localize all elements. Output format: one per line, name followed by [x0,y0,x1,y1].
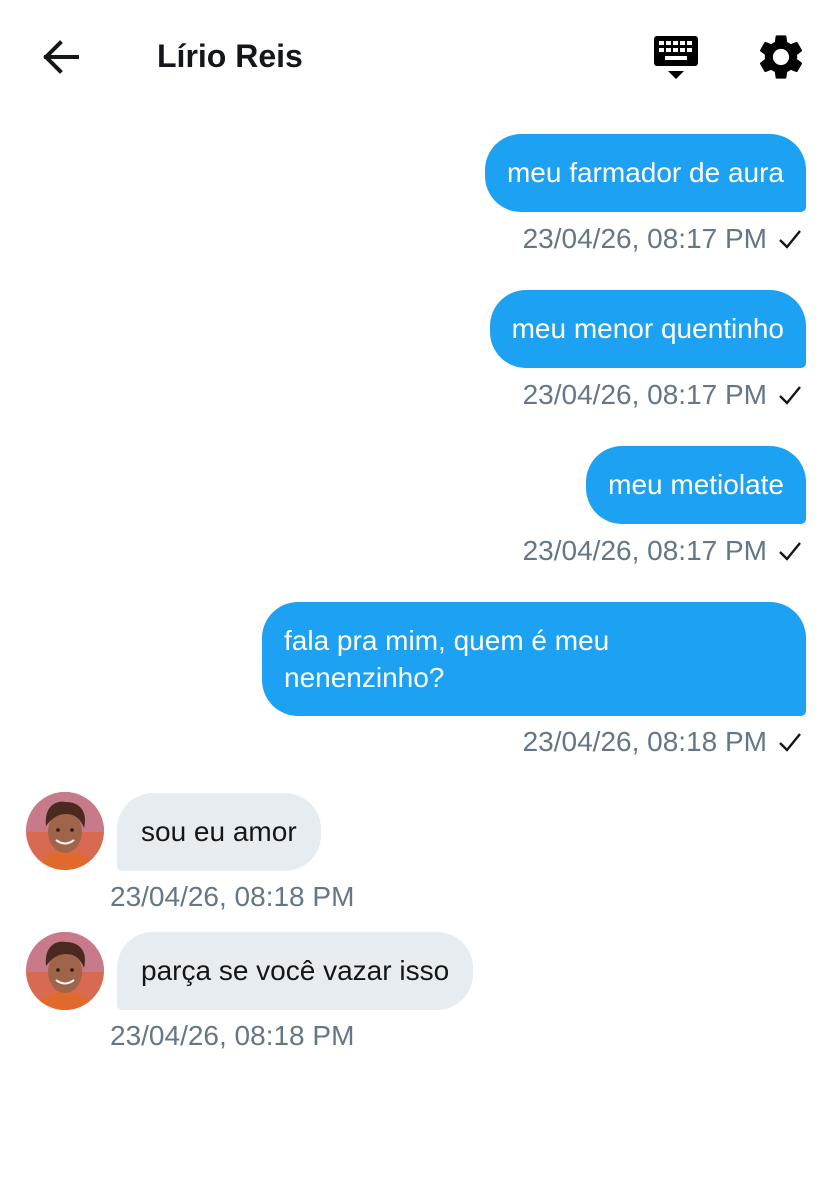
message-text-line: nenenzinho? [284,662,445,693]
sent-message-bubble[interactable]: meu farmador de aura [484,134,806,212]
sent-message-bubble[interactable]: meu menor quentinho [489,290,806,368]
message-text-line: fala pra mim, quem é meu [284,625,610,656]
user-portrait-icon [26,792,104,870]
arrow-left-icon [43,40,79,74]
message-timestamp: 23/04/26, 08:17 PM [522,379,767,410]
message-timestamp: 23/04/26, 08:17 PM [522,223,767,254]
gear-icon [759,35,803,79]
message-timestamp: 23/04/26, 08:18 PM [522,726,767,757]
check-icon [779,230,801,249]
user-portrait-icon [26,932,104,1010]
received-message-bubble[interactable]: parça se você vazar isso [117,932,474,1010]
check-icon [779,386,801,405]
check-icon [779,733,801,752]
sent-message-bubble[interactable]: meu metiolate [586,446,806,524]
check-icon [779,542,801,561]
message-timestamp: 23/04/26, 08:18 PM [110,881,355,912]
avatar[interactable] [26,932,104,1010]
keyboard-hide-icon [654,36,698,79]
received-message-bubble[interactable]: sou eu amor [117,793,321,871]
chat-header: Lírio Reis [0,0,831,112]
sent-message-bubble[interactable]: fala pra mim, quem é meu nenenzinho? [262,602,806,716]
settings-button[interactable] [754,30,808,84]
avatar[interactable] [26,792,104,870]
message-text: meu metiolate [608,469,784,500]
message-text: meu farmador de aura [506,157,784,188]
message-text: sou eu amor [141,816,297,847]
message-timestamp: 23/04/26, 08:17 PM [522,535,767,566]
message-text: parça se você vazar isso [141,955,450,986]
conversation-title: Lírio Reis [157,38,303,74]
message-timestamp: 23/04/26, 08:18 PM [110,1020,355,1051]
back-button[interactable] [36,32,86,82]
keyboard-toggle-button[interactable] [652,32,702,82]
message-text: meu menor quentinho [511,313,784,344]
